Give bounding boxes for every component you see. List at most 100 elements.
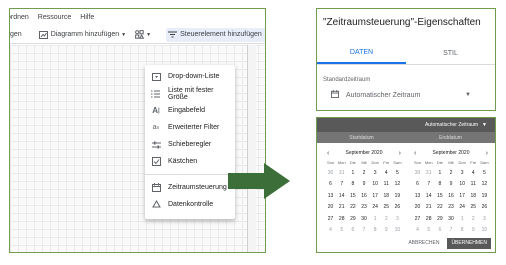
apply-button[interactable]: ÜBERNEHMEN [447,237,491,249]
menu-item-fixed-size-list[interactable]: Liste mit fester Größe [145,85,235,102]
calendar-day[interactable]: 4 [381,170,392,176]
calendar-day[interactable]: 17 [457,193,468,199]
calendar-day[interactable]: 14 [423,193,434,199]
calendar-day[interactable]: 12 [392,181,403,187]
calendar-day[interactable]: 1 [457,216,468,222]
calendar-day[interactable]: 30 [412,170,423,176]
calendar-day[interactable]: 6 [412,181,423,187]
calendar-day[interactable]: 7 [358,227,369,233]
calendar-day[interactable]: 7 [336,181,347,187]
tab-data[interactable]: DATEN [317,43,406,64]
calendar-day[interactable]: 10 [457,181,468,187]
calendar-day[interactable]: 3 [370,170,381,176]
calendar-day[interactable]: 1 [434,170,445,176]
calendar-day[interactable]: 7 [445,227,456,233]
calendar-day[interactable]: 19 [479,193,490,199]
tab-style[interactable]: STIL [406,43,495,64]
calendar-day[interactable]: 23 [445,204,456,210]
calendar-day[interactable]: 1 [370,216,381,222]
calendar-day[interactable]: 6 [325,181,336,187]
calendar-day[interactable]: 10 [392,227,403,233]
community-visualization-button[interactable]: ▼ [133,28,153,42]
menu-item-date-range-control[interactable]: Zeitraumsteuerung [145,179,235,196]
menu-item-checkbox[interactable]: Kästchen [145,153,235,170]
calendar-day[interactable]: 21 [336,204,347,210]
calendar-day[interactable]: 20 [412,204,423,210]
menu-resource[interactable]: Ressource [38,14,71,21]
calendar-day[interactable]: 19 [392,193,403,199]
calendar-day[interactable]: 24 [370,204,381,210]
calendar-day[interactable]: 31 [336,170,347,176]
calendar-day[interactable]: 2 [468,216,479,222]
calendar-day[interactable]: 4 [412,227,423,233]
calendar-day[interactable]: 16 [358,193,369,199]
calendar-day[interactable]: 10 [479,227,490,233]
calendar-day[interactable]: 17 [370,193,381,199]
previous-month-icon[interactable]: ‹ [327,150,329,157]
calendar-day[interactable]: 16 [445,193,456,199]
calendar-day[interactable]: 4 [325,227,336,233]
add-control-button[interactable]: Steuerelement hinzufügen ▼ [166,27,265,42]
calendar-day[interactable]: 23 [358,204,369,210]
calendar-day[interactable]: 10 [370,181,381,187]
calendar-day[interactable]: 8 [434,181,445,187]
calendar-day[interactable]: 13 [412,193,423,199]
calendar-day[interactable]: 9 [358,181,369,187]
calendar-day[interactable]: 15 [434,193,445,199]
calendar-day[interactable]: 2 [358,170,369,176]
calendar-day[interactable]: 5 [392,170,403,176]
calendar-day[interactable]: 8 [457,227,468,233]
calendar-day[interactable]: 13 [325,193,336,199]
calendar-day[interactable]: 1 [347,170,358,176]
calendar-day[interactable]: 3 [392,216,403,222]
calendar-day[interactable]: 6 [347,227,358,233]
calendar-day[interactable]: 28 [336,216,347,222]
calendar-day[interactable]: 14 [336,193,347,199]
default-range-select[interactable]: Automatischer Zeitraum ▼ [331,89,471,101]
calendar-day[interactable]: 28 [423,216,434,222]
toolbar-add-page-button[interactable]: gen [10,28,24,42]
menu-item-dropdown-list[interactable]: Drop-down-Liste [145,68,235,85]
calendar-day[interactable]: 5 [479,170,490,176]
calendar-day[interactable]: 20 [325,204,336,210]
calendar-day[interactable]: 8 [370,227,381,233]
calendar-day[interactable]: 22 [434,204,445,210]
add-chart-button[interactable]: Diagramm hinzufügen ▼ [37,28,128,42]
calendar-day[interactable]: 30 [445,216,456,222]
calendar-day[interactable]: 30 [358,216,369,222]
calendar-day[interactable]: 11 [468,181,479,187]
menu-item-data-control[interactable]: Datenkontrolle [145,196,235,213]
calendar-day[interactable]: 9 [445,181,456,187]
calendar-day[interactable]: 22 [347,204,358,210]
calendar-day[interactable]: 18 [381,193,392,199]
calendar-day[interactable]: 27 [412,216,423,222]
menu-help[interactable]: Hilfe [80,14,94,21]
range-mode-select[interactable]: Automatischer Zeitraum ▼ [317,118,495,132]
calendar-day[interactable]: 15 [347,193,358,199]
calendar-day[interactable]: 11 [381,181,392,187]
previous-month-icon[interactable]: ‹ [414,150,416,157]
calendar-day[interactable]: 2 [381,216,392,222]
calendar-day[interactable]: 8 [347,181,358,187]
menu-item-slider[interactable]: Schieberegler [145,136,235,153]
calendar-day[interactable]: 29 [347,216,358,222]
menu-arrange[interactable]: ordnen [10,14,29,21]
calendar-day[interactable]: 25 [468,204,479,210]
calendar-day[interactable]: 5 [423,227,434,233]
calendar-day[interactable]: 24 [457,204,468,210]
calendar-day[interactable]: 12 [479,181,490,187]
calendar-day[interactable]: 18 [468,193,479,199]
calendar-day[interactable]: 26 [479,204,490,210]
calendar-day[interactable]: 9 [381,227,392,233]
calendar-day[interactable]: 31 [423,170,434,176]
calendar-day[interactable]: 26 [392,204,403,210]
menu-item-input-field[interactable]: A | Eingabefeld [145,102,235,119]
calendar-day[interactable]: 4 [468,170,479,176]
next-month-icon[interactable]: › [486,150,488,157]
calendar-day[interactable]: 5 [336,227,347,233]
calendar-day[interactable]: 27 [325,216,336,222]
calendar-day[interactable]: 3 [457,170,468,176]
calendar-day[interactable]: 25 [381,204,392,210]
calendar-day[interactable]: 2 [445,170,456,176]
calendar-day[interactable]: 6 [434,227,445,233]
